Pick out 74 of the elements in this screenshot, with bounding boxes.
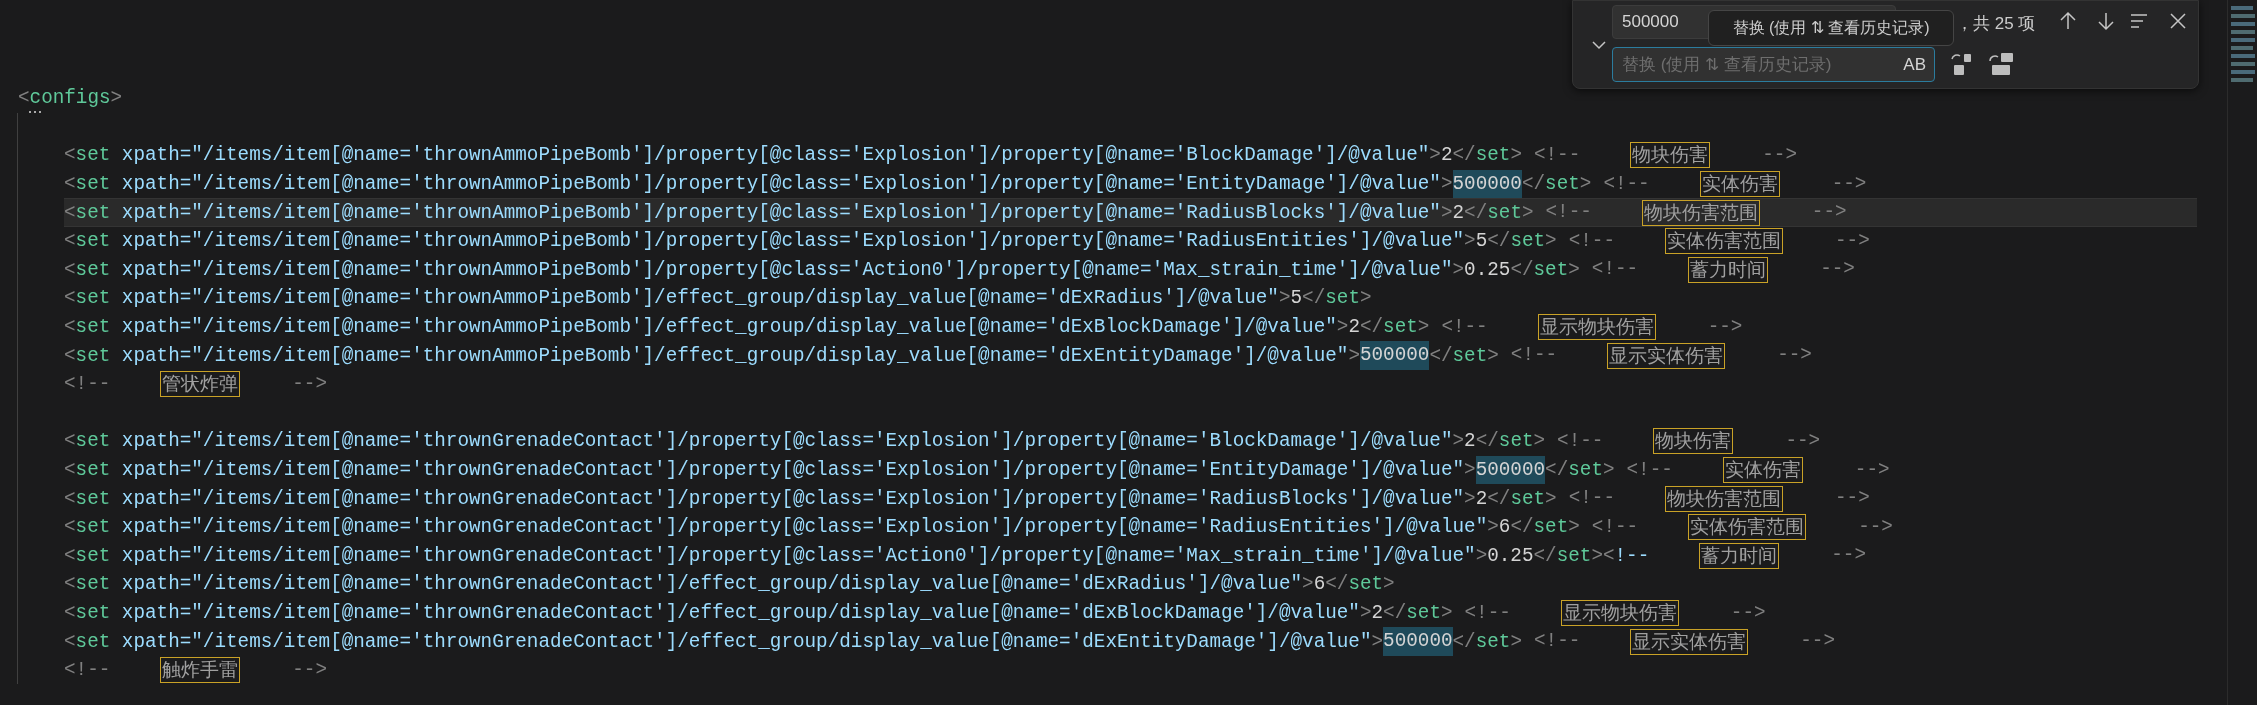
- comment-text: -->: [1730, 600, 1766, 626]
- comment-note: 实体伤害范围: [1665, 228, 1783, 255]
- code-text: </set>: [1452, 630, 1522, 653]
- comment-text: <!--: [1464, 600, 1511, 626]
- comment-text: <!--: [1591, 514, 1639, 540]
- comment-text: <!--: [1591, 257, 1639, 283]
- comment-text: <!--: [1568, 486, 1615, 512]
- comment-note: 显示实体伤害: [1607, 342, 1726, 369]
- comment-text: <!--: [1626, 457, 1673, 483]
- comment-note: 物块伤害: [1630, 142, 1711, 169]
- comment-note: 实体伤害范围: [1688, 514, 1807, 541]
- comment-note: 物块伤害: [1653, 428, 1734, 455]
- code-text: <set xpath="/items/item[@name='thrownAmmoPipeBomb']/effect_group/display_value[@name='dExRadius']/@value">5</set>: [64, 287, 1372, 310]
- comment-text: -->: [292, 657, 327, 683]
- comment-text: -->: [1777, 343, 1812, 369]
- comment-text: -->: [1854, 457, 1890, 483]
- comment-note: 蓄力时间: [1699, 542, 1780, 569]
- comment-note: 显示物块伤害: [1560, 600, 1679, 626]
- comment-text: <!--: [1441, 314, 1488, 340]
- code-text: <set xpath="/items/item[@name='thrownGrenadeContact']/property[@class='Explosion']/property[@name='BlockDamage']/@value">2</set>: [64, 430, 1546, 453]
- comment-text: -->: [1858, 514, 1893, 540]
- comment-text: -->: [1835, 228, 1870, 254]
- comment-text: <!--: [1533, 143, 1581, 168]
- comment-text: <!--: [1568, 228, 1615, 254]
- comment-text: <!--: [1534, 629, 1581, 655]
- code-text: </set>: [1521, 173, 1592, 196]
- code-text: <set xpath="/items/item[@name='thrownAmmoPipeBomb']/property[@class='Explosion']/property[@name='BlockDamage']/@value">2</set>: [64, 144, 1522, 167]
- comment-note: 显示实体伤害: [1630, 628, 1749, 655]
- code-text: <set xpath="/items/item[@name='thrownGrenadeContact']/property[@class='Explosion']/property[@name='EntityDamage']/@value">: [64, 459, 1476, 481]
- search-match: 500000: [1359, 341, 1430, 371]
- comment-text: -->: [1831, 543, 1866, 569]
- comment-text: <!--: [1545, 200, 1592, 226]
- comment-text: -->: [1800, 629, 1835, 655]
- comment-note: 物块伤害范围: [1641, 199, 1760, 226]
- comment-text: <!--: [64, 371, 111, 397]
- comment-text: <!--: [1603, 171, 1650, 197]
- code-text: <set xpath="/items/item[@name='thrownAmmoPipeBomb']/property[@class='Action0']/property[@name='Max_strain_time']/@value">0.25</set>: [64, 258, 1580, 281]
- code-text: </set>: [1429, 344, 1499, 367]
- tooltip: 替换 (使用 ⇅ 查看历史记录): [1708, 10, 1954, 46]
- code-text: <set xpath="/items/item[@name='thrownAmmoPipeBomb']/property[@class='Explosion']/property[@name='EntityDamage']/@value">: [64, 173, 1453, 196]
- search-match: 500000: [1452, 169, 1522, 199]
- search-match: 500000: [1475, 455, 1546, 485]
- comment-text: -->: [1835, 486, 1870, 512]
- code-text: <set xpath="/items/item[@name='thrownGrenadeContact']/property[@class='Explosion']/property[@name='RadiusEntities']/@value">6</set>: [64, 516, 1580, 539]
- code-text: <set xpath="/items/item[@name='thrownGrenadeContact']/effect_group/display_value[@name='dExRadius']/@value">6</set>: [64, 573, 1395, 596]
- comment-text: -->: [1820, 257, 1855, 283]
- comment-note: 管状炸弹: [160, 371, 241, 398]
- code-text: <set xpath="/items/item[@name='thrownGrenadeContact']/property[@class='Action0']/property[@name='Max_strain_time']/@value">0.25</set><!--: [64, 544, 1650, 567]
- comment-note: 实体伤害: [1699, 171, 1780, 198]
- comment-text: -->: [1811, 200, 1847, 226]
- match-count: ，共 25 项: [1956, 13, 2036, 35]
- comment-note: 物块伤害范围: [1665, 485, 1783, 512]
- code-text: <set xpath="/items/item[@name='thrownGrenadeContact']/property[@class='Explosion']/property[@name='RadiusBlocks']/@value">2</set>: [64, 487, 1557, 510]
- code-text: <set xpath="/items/item[@name='thrownAmmoPipeBomb']/effect_group/display_value[@name='dExEntityDamage']/@value">: [64, 344, 1360, 367]
- comment-text: -->: [292, 371, 327, 397]
- comment-note: 触炸手雷: [160, 657, 241, 684]
- code-text: <set xpath="/items/item[@name='thrownGrenadeContact']/effect_group/display_value[@name='dExEntityDamage']/@value">: [64, 630, 1384, 653]
- comment-text: -->: [1762, 143, 1797, 168]
- comment-text: <!--: [1510, 343, 1558, 369]
- code-text: <set xpath="/items/item[@name='thrownGrenadeContact']/effect_group/display_value[@name='dExBlockDamage']/@value">2</set>: [64, 602, 1453, 624]
- code-text: </set>: [1545, 459, 1615, 481]
- comment-note: 实体伤害: [1722, 457, 1803, 483]
- code-text: <set xpath="/items/item[@name='thrownAmmoPipeBomb']/property[@class='Explosion']/property[@name='RadiusBlocks']/@value">2</set>: [64, 201, 1534, 224]
- comment-note: 蓄力时间: [1688, 256, 1769, 283]
- search-match: 500000: [1383, 627, 1453, 657]
- comment-text: -->: [1707, 314, 1743, 340]
- comment-text: <!--: [1557, 428, 1604, 454]
- code-text: <set xpath="/items/item[@name='thrownAmmoPipeBomb']/property[@class='Explosion']/property[@name='RadiusEntities']/@value">5</set>: [64, 230, 1557, 253]
- comment-text: -->: [1785, 428, 1821, 454]
- comment-text: -->: [1831, 171, 1867, 197]
- comment-note: 显示物块伤害: [1537, 314, 1656, 341]
- code-text: <set xpath="/items/item[@name='thrownAmmoPipeBomb']/effect_group/display_value[@name='dExBlockDamage']/@value">2</set>: [64, 316, 1430, 339]
- code-text: <configs>: [18, 87, 123, 110]
- comment-text: <!--: [64, 657, 111, 683]
